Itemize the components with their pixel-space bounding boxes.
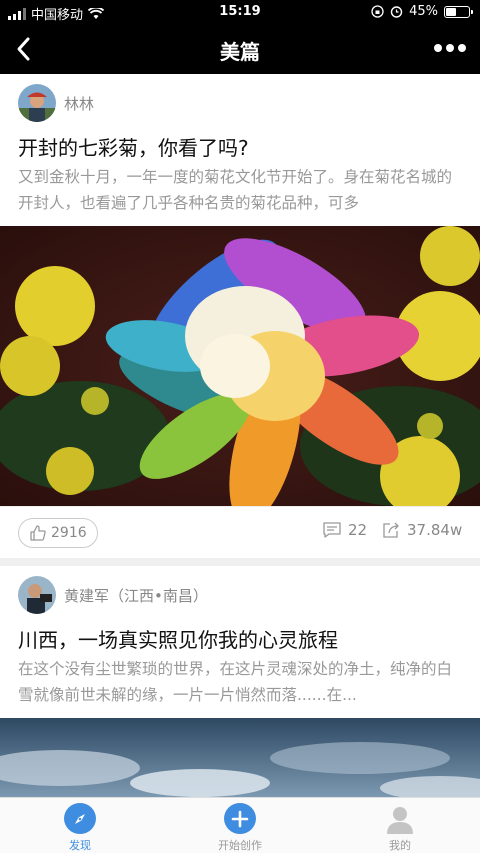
sky-photo[interactable] — [0, 718, 480, 798]
like-button[interactable]: 2916 — [18, 518, 98, 548]
battery-icon — [444, 5, 473, 18]
more-options-icon[interactable] — [434, 44, 466, 52]
card-divider — [0, 558, 480, 566]
rotation-lock-icon — [371, 5, 384, 18]
article-title[interactable]: 开封的七彩菊，你看了吗? — [18, 132, 249, 161]
user-icon — [384, 803, 416, 834]
article-title[interactable]: 川西，一场真实照见你我的心灵旅程 — [18, 624, 338, 653]
author-row[interactable]: 黄建军（江西•南昌） — [18, 576, 208, 614]
avatar[interactable] — [18, 576, 56, 614]
tab-discover[interactable]: 发现 — [0, 798, 160, 853]
tab-me[interactable]: 我的 — [320, 798, 480, 853]
status-bar: 中国移动 15:19 45% — [0, 0, 480, 24]
share-icon — [383, 522, 399, 538]
alarm-icon — [390, 6, 403, 18]
nav-bar: 美篇 — [0, 24, 480, 74]
chrysanthemum-photo[interactable] — [0, 226, 480, 506]
comment-icon — [323, 522, 341, 538]
plus-icon — [224, 803, 256, 834]
tab-label: 发现 — [69, 839, 91, 852]
comment-button[interactable]: 22 — [322, 521, 367, 539]
avatar[interactable] — [18, 84, 56, 122]
tab-label: 开始创作 — [218, 839, 262, 852]
tab-create[interactable]: 开始创作 — [160, 798, 320, 853]
share-count: 37.84w — [407, 521, 463, 539]
battery-percent: 45% — [409, 4, 438, 19]
bottom-tab-bar: 发现 开始创作 我的 — [0, 797, 480, 853]
author-name[interactable]: 黄建军（江西•南昌） — [64, 585, 208, 606]
share-button[interactable]: 37.84w — [381, 521, 462, 539]
like-count: 2916 — [51, 525, 87, 541]
compass-icon — [64, 803, 96, 834]
article-excerpt[interactable]: 又到金秋十月，一年一度的菊花文化节开始了。身在菊花名城的开封人，也看遍了几乎各种… — [18, 164, 462, 216]
author-name[interactable]: 林林 — [64, 93, 94, 114]
thumbs-up-icon — [30, 525, 46, 541]
article-footer: 2916 22 37.84w — [0, 506, 480, 558]
tab-label: 我的 — [389, 839, 411, 852]
comment-count: 22 — [348, 521, 368, 539]
author-row[interactable]: 林林 — [18, 84, 94, 122]
page-title: 美篇 — [220, 40, 260, 64]
article-excerpt[interactable]: 在这个没有尘世繁琐的世界，在这片灵魂深处的净土，纯净的白雪就像前世未解的缘，一片… — [18, 656, 462, 708]
